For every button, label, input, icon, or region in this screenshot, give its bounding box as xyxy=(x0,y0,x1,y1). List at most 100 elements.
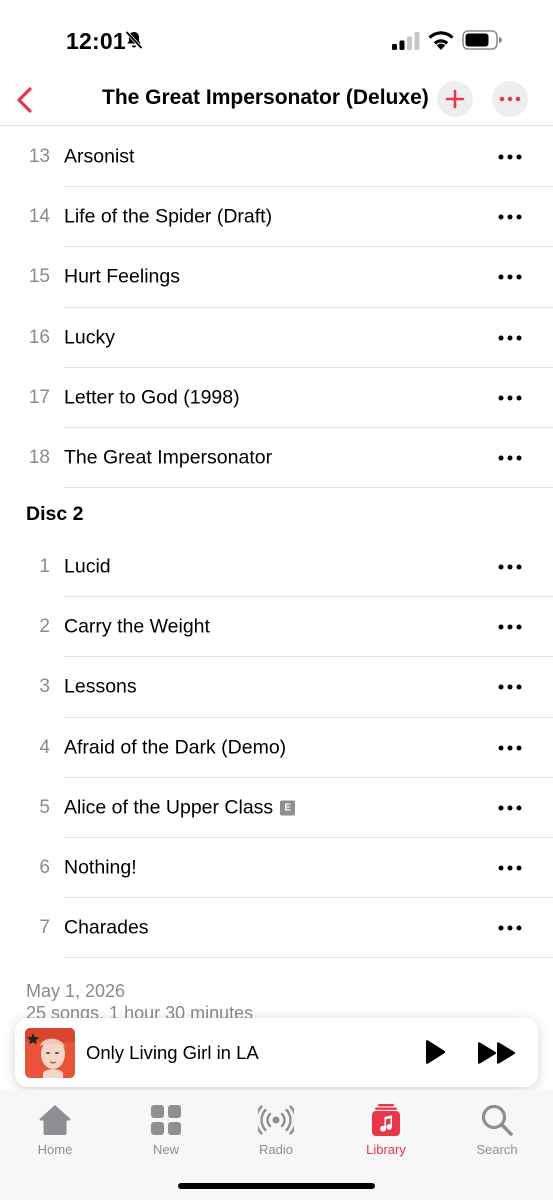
track-title: Arsonist xyxy=(64,145,135,168)
track-title-wrapper: Carry the Weight xyxy=(64,616,210,639)
battery-icon xyxy=(462,30,502,50)
track-row[interactable]: 5 Alice of the Upper Class E xyxy=(0,778,553,838)
release-date: May 1, 2026 xyxy=(26,981,126,1001)
magnifier-icon xyxy=(481,1104,513,1136)
explicit-badge: E xyxy=(280,800,296,816)
track-row[interactable]: 2 Carry the Weight xyxy=(0,597,553,658)
track-title-wrapper: The Great Impersonator xyxy=(64,447,272,470)
album-title: The Great Impersonator (Deluxe) xyxy=(102,86,429,109)
track-more-icon[interactable] xyxy=(496,562,524,572)
plus-icon xyxy=(445,89,465,109)
navigation-bar: The Great Impersonator (Deluxe) xyxy=(0,76,553,126)
track-title-wrapper: Letter to God (1998) xyxy=(64,386,240,409)
track-title: Life of the Spider (Draft) xyxy=(64,205,273,228)
fast-forward-icon[interactable] xyxy=(477,1040,517,1066)
track-title: Lessons xyxy=(64,675,137,698)
more-options-button[interactable] xyxy=(492,81,528,117)
track-title-wrapper: Hurt Feelings xyxy=(64,266,180,289)
tab-new-label: New xyxy=(152,1142,179,1157)
track-number: 7 xyxy=(39,917,50,939)
track-title-wrapper: Lucid xyxy=(64,556,111,579)
track-title: Carry the Weight xyxy=(64,615,210,638)
track-row[interactable]: 1 Lucid xyxy=(0,537,553,598)
track-number: 4 xyxy=(39,736,50,758)
track-more-icon[interactable] xyxy=(496,622,524,632)
track-row[interactable]: 4 Afraid of the Dark (Demo) xyxy=(0,718,553,778)
track-title: Alice of the Upper Class xyxy=(64,796,274,819)
grid-icon xyxy=(151,1105,181,1135)
track-title-wrapper: Lucky xyxy=(64,326,115,349)
track-row[interactable]: 15 Hurt Feelings xyxy=(0,247,553,308)
track-more-icon[interactable] xyxy=(496,453,524,463)
track-number: 3 xyxy=(39,676,50,698)
track-title: Hurt Feelings xyxy=(64,265,180,288)
track-title-wrapper: Arsonist xyxy=(64,146,134,169)
track-title-wrapper: Charades xyxy=(64,917,149,940)
track-row[interactable]: 14 Life of the Spider (Draft) xyxy=(0,187,553,248)
status-time: 12:01 xyxy=(66,28,126,54)
track-list: 13 Arsonist 14 Life of the Spider (Draft) 15… xyxy=(0,127,553,489)
cellular-signal-icon xyxy=(392,32,420,50)
track-row[interactable]: 13 Arsonist xyxy=(0,127,553,188)
track-more-icon[interactable] xyxy=(496,333,524,343)
ellipsis-icon xyxy=(499,96,521,102)
home-indicator xyxy=(178,1183,375,1189)
track-more-icon[interactable] xyxy=(496,803,524,813)
track-more-icon[interactable] xyxy=(496,682,524,692)
track-number: 17 xyxy=(28,386,50,408)
track-number: 14 xyxy=(28,206,50,228)
track-more-icon[interactable] xyxy=(496,272,524,282)
track-row[interactable]: 6 Nothing! xyxy=(0,838,553,899)
track-title-wrapper: Life of the Spider (Draft) xyxy=(64,206,272,229)
now-playing-title: Only Living Girl in LA xyxy=(86,1042,259,1063)
track-number: 13 xyxy=(28,146,50,168)
track-row[interactable]: 3 Lessons xyxy=(0,657,553,718)
tab-new[interactable]: New xyxy=(126,1102,206,1157)
track-number: 6 xyxy=(39,857,50,879)
track-row[interactable]: 17 Letter to God (1998) xyxy=(0,368,553,428)
radio-waves-icon xyxy=(258,1105,294,1135)
track-more-icon[interactable] xyxy=(496,863,524,873)
track-title: Lucid xyxy=(64,555,111,578)
mini-player[interactable]: Only Living Girl in LA xyxy=(15,1018,538,1087)
wifi-icon xyxy=(428,31,454,50)
track-row[interactable]: 7 Charades xyxy=(0,898,553,959)
tab-radio-label: Radio xyxy=(259,1142,293,1157)
track-row[interactable]: 18 The Great Impersonator xyxy=(0,428,553,489)
tab-radio[interactable]: Radio xyxy=(236,1102,316,1157)
track-more-icon[interactable] xyxy=(496,212,524,222)
tab-library[interactable]: Library xyxy=(346,1102,426,1157)
tab-home[interactable]: Home xyxy=(15,1102,95,1157)
row-divider xyxy=(64,487,553,489)
track-title-wrapper: Lessons xyxy=(64,676,137,699)
add-to-library-button[interactable] xyxy=(437,81,473,117)
track-title: The Great Impersonator xyxy=(64,446,273,469)
album-artwork xyxy=(25,1028,75,1078)
tab-home-label: Home xyxy=(37,1142,73,1157)
track-more-icon[interactable] xyxy=(496,152,524,162)
track-title-wrapper: Nothing! xyxy=(64,857,137,880)
track-more-icon[interactable] xyxy=(496,393,524,403)
track-title: Nothing! xyxy=(64,856,137,879)
tab-search-label: Search xyxy=(476,1142,518,1157)
track-title: Afraid of the Dark (Demo) xyxy=(64,736,287,759)
track-number: 5 xyxy=(39,796,50,818)
track-more-icon[interactable] xyxy=(496,923,524,933)
disc-2-track-list: 1 Lucid 2 Carry the Weight 3 Lessons 4 Afraid o… xyxy=(0,537,553,959)
back-chevron-icon[interactable] xyxy=(10,82,40,118)
track-title-wrapper: Afraid of the Dark (Demo) xyxy=(64,736,286,759)
muted-bell-icon xyxy=(125,30,143,50)
track-number: 15 xyxy=(28,266,50,288)
track-number: 16 xyxy=(28,326,50,348)
row-divider xyxy=(64,957,553,959)
status-bar: 12:01 xyxy=(0,0,553,80)
track-more-icon[interactable] xyxy=(496,743,524,753)
track-row[interactable]: 16 Lucky xyxy=(0,308,553,368)
tab-library-label: Library xyxy=(366,1142,406,1157)
track-number: 1 xyxy=(39,556,50,578)
track-number: 2 xyxy=(39,616,50,638)
tab-search[interactable]: Search xyxy=(457,1102,537,1157)
track-title: Charades xyxy=(64,916,149,939)
house-icon xyxy=(39,1105,71,1135)
play-icon[interactable] xyxy=(420,1038,448,1066)
